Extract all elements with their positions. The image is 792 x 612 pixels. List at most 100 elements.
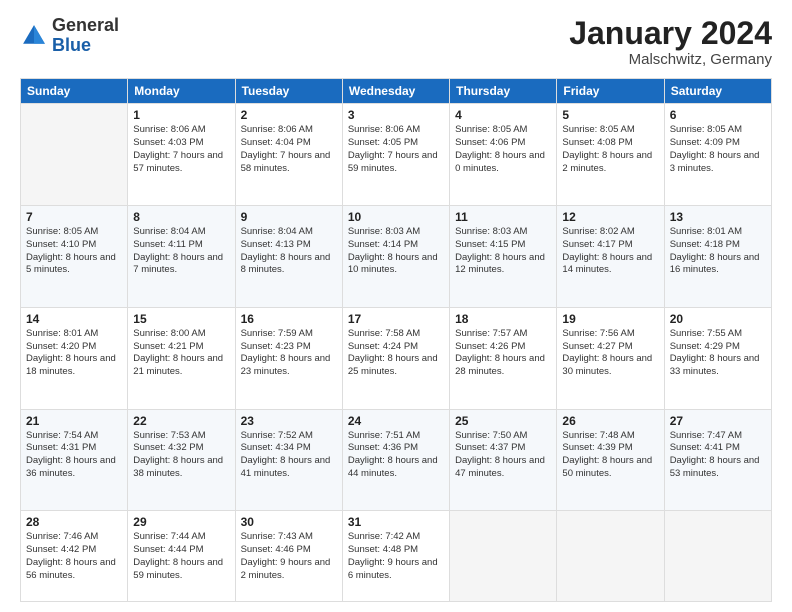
day-number: 18 xyxy=(455,312,551,326)
sunset-text: Sunset: 4:37 PM xyxy=(455,442,525,453)
logo-text: General Blue xyxy=(52,16,119,56)
cell-details: Sunrise: 7:58 AMSunset: 4:24 PMDaylight:… xyxy=(348,328,444,379)
cell-details: Sunrise: 7:51 AMSunset: 4:36 PMDaylight:… xyxy=(348,430,444,481)
cell-details: Sunrise: 8:03 AMSunset: 4:14 PMDaylight:… xyxy=(348,226,444,277)
day-number: 23 xyxy=(241,414,337,428)
daylight-text: Daylight: 8 hours and 3 minutes. xyxy=(670,150,760,174)
sunset-text: Sunset: 4:31 PM xyxy=(26,442,96,453)
sunset-text: Sunset: 4:04 PM xyxy=(241,137,311,148)
calendar-row-0: 1Sunrise: 8:06 AMSunset: 4:03 PMDaylight… xyxy=(21,104,772,206)
sunset-text: Sunset: 4:36 PM xyxy=(348,442,418,453)
day-number: 29 xyxy=(133,515,229,529)
title-month: January 2024 xyxy=(569,16,772,51)
daylight-text: Daylight: 8 hours and 8 minutes. xyxy=(241,252,331,276)
calendar-table: SundayMondayTuesdayWednesdayThursdayFrid… xyxy=(20,78,772,602)
sunrise-text: Sunrise: 7:43 AM xyxy=(241,531,313,542)
daylight-text: Daylight: 8 hours and 53 minutes. xyxy=(670,455,760,479)
daylight-text: Daylight: 8 hours and 5 minutes. xyxy=(26,252,116,276)
calendar-cell: 12Sunrise: 8:02 AMSunset: 4:17 PMDayligh… xyxy=(557,206,664,308)
cell-details: Sunrise: 7:52 AMSunset: 4:34 PMDaylight:… xyxy=(241,430,337,481)
cell-details: Sunrise: 8:01 AMSunset: 4:18 PMDaylight:… xyxy=(670,226,766,277)
calendar-row-2: 14Sunrise: 8:01 AMSunset: 4:20 PMDayligh… xyxy=(21,307,772,409)
sunrise-text: Sunrise: 7:51 AM xyxy=(348,430,420,441)
daylight-text: Daylight: 8 hours and 12 minutes. xyxy=(455,252,545,276)
sunset-text: Sunset: 4:13 PM xyxy=(241,239,311,250)
weekday-header-tuesday: Tuesday xyxy=(235,79,342,104)
sunset-text: Sunset: 4:39 PM xyxy=(562,442,632,453)
calendar-cell: 20 Sunrise: 7:55 AMSunset: 4:29 PMDayligh… xyxy=(664,307,771,409)
cell-details: Sunrise: 8:05 AMSunset: 4:09 PMDaylight:… xyxy=(670,124,766,175)
calendar-cell: 10 Sunrise: 8:03 AMSunset: 4:14 PMDayligh… xyxy=(342,206,449,308)
cell-details: Sunrise: 7:57 AMSunset: 4:26 PMDaylight:… xyxy=(455,328,551,379)
daylight-text: Daylight: 8 hours and 30 minutes. xyxy=(562,353,652,377)
day-number: 6 xyxy=(670,108,766,122)
calendar-cell xyxy=(664,511,771,602)
sunset-text: Sunset: 4:17 PM xyxy=(562,239,632,250)
sunset-text: Sunset: 4:08 PM xyxy=(562,137,632,148)
daylight-text: Daylight: 9 hours and 6 minutes. xyxy=(348,557,438,581)
sunset-text: Sunset: 4:18 PM xyxy=(670,239,740,250)
daylight-text: Daylight: 8 hours and 33 minutes. xyxy=(670,353,760,377)
cell-details: Sunrise: 8:05 AMSunset: 4:08 PMDaylight:… xyxy=(562,124,658,175)
calendar-cell: 9Sunrise: 8:04 AMSunset: 4:13 PMDaylight… xyxy=(235,206,342,308)
cell-details: Sunrise: 7:53 AMSunset: 4:32 PMDaylight:… xyxy=(133,430,229,481)
cell-details: Sunrise: 8:05 AMSunset: 4:10 PMDaylight:… xyxy=(26,226,122,277)
calendar-cell: 24 Sunrise: 7:51 AMSunset: 4:36 PMDayligh… xyxy=(342,409,449,511)
calendar-cell: 23 Sunrise: 7:52 AMSunset: 4:34 PMDayligh… xyxy=(235,409,342,511)
daylight-text: Daylight: 8 hours and 0 minutes. xyxy=(455,150,545,174)
sunrise-text: Sunrise: 8:06 AM xyxy=(348,124,420,135)
daylight-text: Daylight: 8 hours and 36 minutes. xyxy=(26,455,116,479)
cell-details: Sunrise: 8:02 AMSunset: 4:17 PMDaylight:… xyxy=(562,226,658,277)
daylight-text: Daylight: 9 hours and 2 minutes. xyxy=(241,557,331,581)
calendar-cell: 27Sunrise: 7:47 AMSunset: 4:41 PMDayligh… xyxy=(664,409,771,511)
day-number: 16 xyxy=(241,312,337,326)
calendar-cell: 21Sunrise: 7:54 AMSunset: 4:31 PMDayligh… xyxy=(21,409,128,511)
sunset-text: Sunset: 4:10 PM xyxy=(26,239,96,250)
day-number: 13 xyxy=(670,210,766,224)
sunrise-text: Sunrise: 7:44 AM xyxy=(133,531,205,542)
day-number: 7 xyxy=(26,210,122,224)
sunrise-text: Sunrise: 7:47 AM xyxy=(670,430,742,441)
day-number: 30 xyxy=(241,515,337,529)
sunset-text: Sunset: 4:06 PM xyxy=(455,137,525,148)
title-block: January 2024 Malschwitz, Germany xyxy=(569,16,772,68)
weekday-header-thursday: Thursday xyxy=(450,79,557,104)
weekday-header-wednesday: Wednesday xyxy=(342,79,449,104)
sunset-text: Sunset: 4:42 PM xyxy=(26,544,96,555)
sunset-text: Sunset: 4:23 PM xyxy=(241,341,311,352)
sunrise-text: Sunrise: 8:04 AM xyxy=(241,226,313,237)
logo-general: General xyxy=(52,15,119,35)
daylight-text: Daylight: 8 hours and 7 minutes. xyxy=(133,252,223,276)
sunrise-text: Sunrise: 8:02 AM xyxy=(562,226,634,237)
cell-details: Sunrise: 7:54 AMSunset: 4:31 PMDaylight:… xyxy=(26,430,122,481)
daylight-text: Daylight: 8 hours and 28 minutes. xyxy=(455,353,545,377)
calendar-cell xyxy=(21,104,128,206)
cell-details: Sunrise: 7:55 AMSunset: 4:29 PMDaylight:… xyxy=(670,328,766,379)
weekday-header-monday: Monday xyxy=(128,79,235,104)
sunrise-text: Sunrise: 8:01 AM xyxy=(26,328,98,339)
sunset-text: Sunset: 4:48 PM xyxy=(348,544,418,555)
calendar-cell: 11Sunrise: 8:03 AMSunset: 4:15 PMDayligh… xyxy=(450,206,557,308)
calendar-cell: 3Sunrise: 8:06 AMSunset: 4:05 PMDaylight… xyxy=(342,104,449,206)
sunset-text: Sunset: 4:41 PM xyxy=(670,442,740,453)
sunrise-text: Sunrise: 8:01 AM xyxy=(670,226,742,237)
day-number: 20 xyxy=(670,312,766,326)
day-number: 24 xyxy=(348,414,444,428)
sunrise-text: Sunrise: 8:05 AM xyxy=(670,124,742,135)
day-number: 25 xyxy=(455,414,551,428)
day-number: 10 xyxy=(348,210,444,224)
sunrise-text: Sunrise: 8:03 AM xyxy=(348,226,420,237)
sunrise-text: Sunrise: 8:05 AM xyxy=(455,124,527,135)
sunset-text: Sunset: 4:26 PM xyxy=(455,341,525,352)
daylight-text: Daylight: 8 hours and 59 minutes. xyxy=(133,557,223,581)
sunset-text: Sunset: 4:29 PM xyxy=(670,341,740,352)
calendar-cell: 6 Sunrise: 8:05 AMSunset: 4:09 PMDaylight… xyxy=(664,104,771,206)
sunrise-text: Sunrise: 7:46 AM xyxy=(26,531,98,542)
sunset-text: Sunset: 4:46 PM xyxy=(241,544,311,555)
day-number: 22 xyxy=(133,414,229,428)
cell-details: Sunrise: 8:01 AMSunset: 4:20 PMDaylight:… xyxy=(26,328,122,379)
calendar-cell: 25Sunrise: 7:50 AMSunset: 4:37 PMDayligh… xyxy=(450,409,557,511)
day-number: 1 xyxy=(133,108,229,122)
cell-details: Sunrise: 8:05 AM Sunset: 4:06 PM Daylight:… xyxy=(455,124,551,175)
day-number: 31 xyxy=(348,515,444,529)
